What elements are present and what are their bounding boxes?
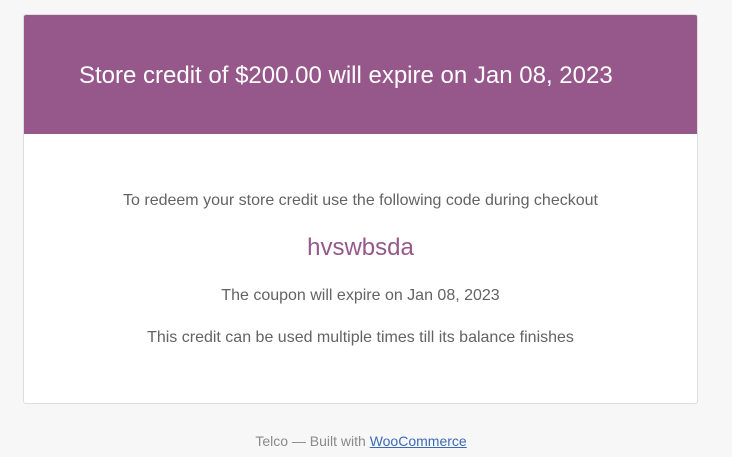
email-page: Store credit of $200.00 will expire on J…	[0, 0, 732, 457]
usage-note: This credit can be used multiple times t…	[147, 329, 574, 346]
email-header: Store credit of $200.00 will expire on J…	[24, 15, 697, 134]
redeem-instructions: To redeem your store credit use the foll…	[123, 192, 598, 209]
email-footer: Telco — Built with WooCommerce	[0, 432, 722, 450]
woocommerce-link[interactable]: WooCommerce	[370, 433, 467, 449]
email-card: Store credit of $200.00 will expire on J…	[23, 14, 698, 404]
coupon-expiry-text: The coupon will expire on Jan 08, 2023	[221, 287, 500, 304]
coupon-code: hvswbsda	[307, 234, 414, 261]
email-title: Store credit of $200.00 will expire on J…	[79, 61, 613, 89]
footer-text: Telco — Built with	[255, 433, 370, 449]
